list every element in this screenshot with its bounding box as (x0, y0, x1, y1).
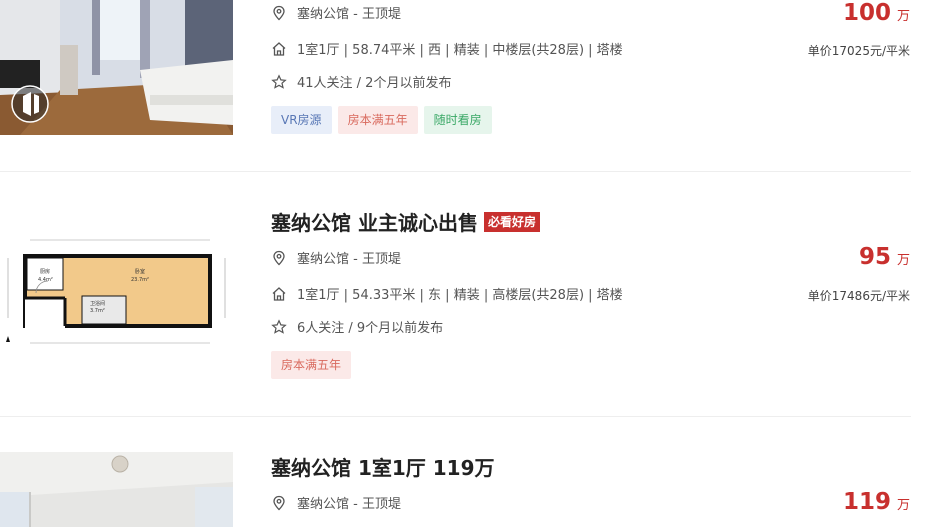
floorplan-room2-label: 卧室 (135, 268, 145, 275)
house-info-text: 1室1厅 | 54.33平米 | 东 | 精装 | 高楼层(共28层) | 塔楼 (297, 288, 623, 303)
location-link[interactable]: 塞纳公馆 - 王顶堤 (297, 3, 401, 22)
follow-info-row: 41人关注 / 2个月以前发布 (271, 72, 451, 91)
location-pin-icon (273, 5, 285, 20)
listing-title[interactable]: 塞纳公馆 1室1厅 119万 (271, 452, 495, 481)
floorplan-image[interactable]: 厨房 4.4m² 卧室 23.7m² 卫浴间 3.7m² (0, 218, 233, 353)
tag-five-years: 房本满五年 (271, 351, 352, 379)
follow-info-row: 6人关注 / 9个月以前发布 (271, 317, 443, 336)
location-row: 塞纳公馆 - 王顶堤 (271, 493, 401, 512)
total-price-unit: 万 (896, 9, 910, 24)
tag-five-years: 房本满五年 (337, 106, 418, 134)
floorplan-room2-area: 23.7m² (131, 277, 149, 283)
house-info-row: 1室1厅 | 54.33平米 | 东 | 精装 | 高楼层(共28层) | 塔楼 (271, 284, 623, 303)
total-price-value: 100 (842, 0, 891, 26)
location-link[interactable]: 塞纳公馆 - 王顶堤 (297, 248, 401, 267)
location-pin-icon (273, 250, 285, 265)
listing-divider (0, 171, 911, 172)
location-row: 塞纳公馆 - 王顶堤 (271, 248, 401, 267)
total-price: 95 万 (859, 244, 910, 270)
total-price-value: 119 (842, 489, 891, 515)
unit-price: 单价17025元/平米 (807, 44, 910, 58)
floorplan-room1-area: 4.4m² (38, 277, 53, 283)
house-icon (272, 286, 286, 301)
must-see-badge: 必看好房 (483, 211, 540, 232)
listing-title-text[interactable]: 塞纳公馆 业主诚心出售 (271, 207, 478, 236)
vr-play-icon[interactable] (12, 86, 48, 122)
total-price-unit: 万 (896, 253, 910, 268)
floorplan-room3-label: 卫浴间 (90, 300, 105, 307)
total-price-value: 95 (858, 244, 891, 270)
tag-vr: VR房源 (271, 106, 332, 134)
star-icon (271, 73, 287, 89)
tag-list: VR房源 房本满五年 随时看房 (271, 106, 492, 134)
unit-price: 单价17486元/平米 (807, 289, 910, 303)
follow-info-text: 41人关注 / 2个月以前发布 (297, 76, 452, 91)
tag-anytime-viewing: 随时看房 (423, 106, 492, 134)
location-link[interactable]: 塞纳公馆 - 王顶堤 (297, 493, 401, 512)
listing-title[interactable]: 塞纳公馆 业主诚心出售 必看好房 (271, 207, 540, 236)
listing-photo[interactable] (0, 452, 233, 527)
house-icon (272, 41, 286, 56)
follow-info-text: 6人关注 / 9个月以前发布 (297, 321, 444, 336)
location-row: 塞纳公馆 - 王顶堤 (271, 3, 401, 22)
house-info-row: 1室1厅 | 58.74平米 | 西 | 精装 | 中楼层(共28层) | 塔楼 (271, 39, 623, 58)
floorplan-room1-label: 厨房 (40, 268, 50, 275)
listing-divider (0, 416, 911, 417)
house-info-text: 1室1厅 | 58.74平米 | 西 | 精装 | 中楼层(共28层) | 塔楼 (297, 43, 623, 58)
listing-title-text[interactable]: 塞纳公馆 1室1厅 119万 (271, 452, 495, 481)
star-icon (271, 318, 287, 334)
location-pin-icon (273, 495, 285, 510)
total-price: 119 万 (843, 489, 910, 515)
floorplan-room3-area: 3.7m² (90, 308, 105, 314)
tag-list: 房本满五年 (271, 351, 352, 379)
total-price-unit: 万 (896, 498, 910, 513)
total-price: 100 万 (843, 0, 910, 26)
